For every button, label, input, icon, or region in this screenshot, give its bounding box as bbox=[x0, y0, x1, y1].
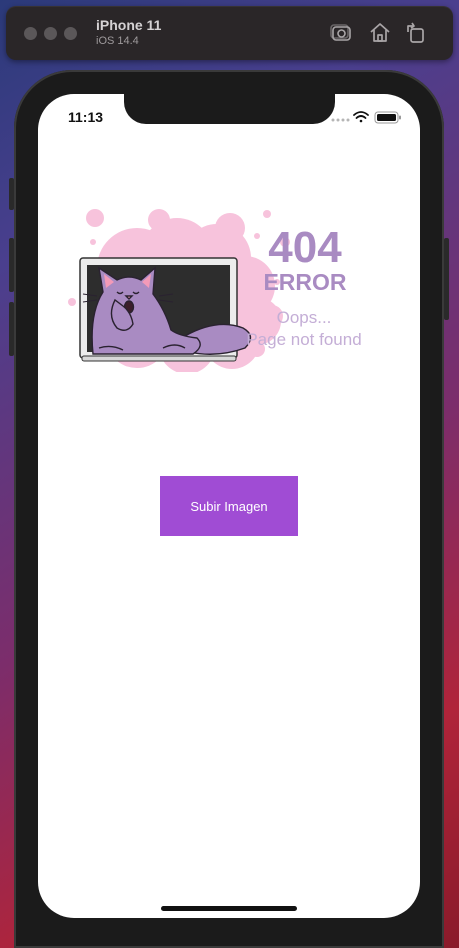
home-icon[interactable] bbox=[367, 20, 393, 46]
error-message-line2: Page not found bbox=[246, 330, 361, 349]
cellular-signal-icon bbox=[331, 118, 350, 122]
simulator-toolbar: iPhone 11 iOS 14.4 bbox=[6, 6, 453, 60]
simulator-device-name: iPhone 11 bbox=[96, 17, 162, 33]
screenshot-icon[interactable] bbox=[329, 20, 355, 46]
error-404-illustration: 404 ERROR Oops... Page not found bbox=[68, 209, 362, 372]
upload-image-button[interactable]: Subir Imagen bbox=[160, 476, 298, 536]
rotate-icon[interactable] bbox=[403, 20, 429, 46]
notch bbox=[124, 94, 335, 124]
wifi-icon bbox=[353, 111, 369, 123]
volume-down-button bbox=[9, 302, 14, 356]
power-button bbox=[444, 238, 449, 320]
error-message-line1: Oops... bbox=[277, 308, 332, 327]
home-indicator[interactable] bbox=[161, 906, 297, 911]
window-zoom-dot[interactable] bbox=[64, 27, 77, 40]
app-screen: 11:13 404 ERROR Oops... Page not found S… bbox=[38, 94, 420, 918]
error-label: ERROR bbox=[263, 269, 346, 295]
volume-up-button bbox=[9, 238, 14, 292]
status-icons bbox=[331, 111, 401, 124]
status-time: 11:13 bbox=[68, 109, 104, 125]
mute-switch bbox=[9, 178, 14, 210]
error-code: 404 bbox=[268, 223, 342, 272]
window-close-dot[interactable] bbox=[24, 27, 37, 40]
battery-icon bbox=[374, 111, 401, 124]
simulator-os-version: iOS 14.4 bbox=[96, 35, 139, 47]
window-minimize-dot[interactable] bbox=[44, 27, 57, 40]
